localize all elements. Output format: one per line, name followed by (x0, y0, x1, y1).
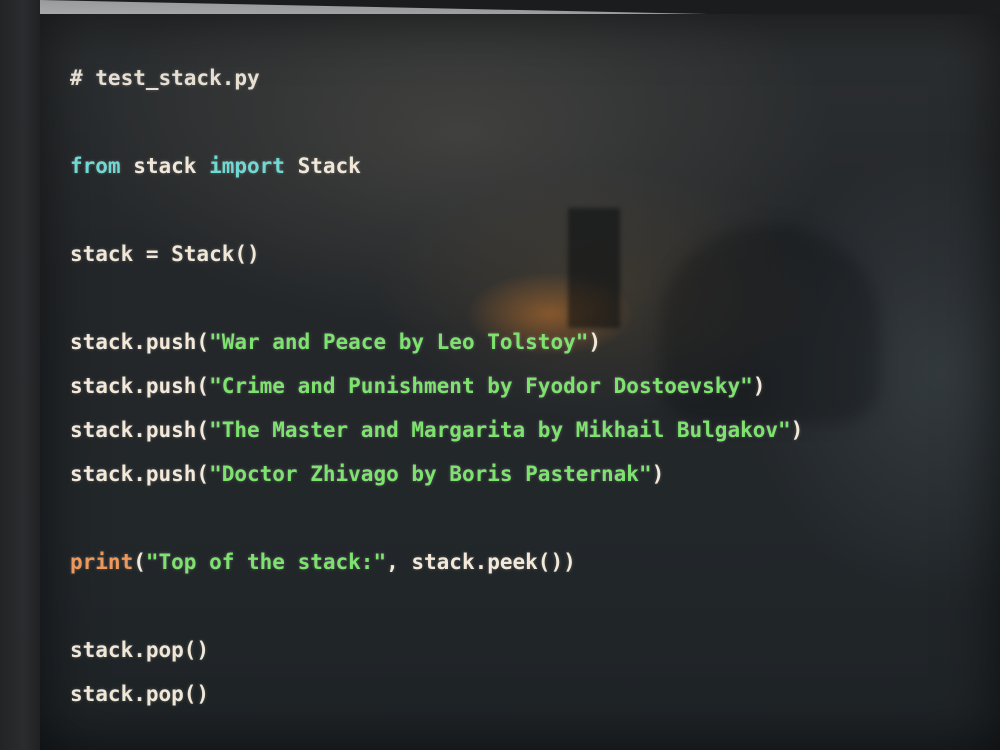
push-call: stack.push( (70, 374, 210, 398)
push-call: stack.push( (70, 418, 210, 442)
push-string: "War and Peace by Leo Tolstoy" (209, 330, 589, 354)
push-string: "Doctor Zhivago by Boris Pasternak" (209, 462, 652, 486)
code-line-pop-1: stack.pop() (70, 628, 803, 672)
print-string: "Top of the stack:" (145, 550, 387, 574)
push-close: ) (752, 374, 766, 398)
code-editor[interactable]: # test_stack.py from stack import Stack … (70, 56, 803, 716)
pop-call: stack.pop() (70, 682, 210, 706)
builtin-print: print (70, 550, 134, 574)
code-line-print: print("Top of the stack:", stack.peek()) (70, 540, 803, 584)
photo-frame: # test_stack.py from stack import Stack … (0, 0, 1000, 750)
editor-screen: # test_stack.py from stack import Stack … (40, 14, 1000, 750)
push-close: ) (651, 462, 665, 486)
push-close: ) (588, 330, 602, 354)
code-line-assign: stack = Stack() (70, 232, 803, 276)
push-close: ) (790, 418, 804, 442)
code-line-pop-2: stack.pop() (70, 672, 803, 716)
code-line-import: from stack import Stack (70, 144, 803, 188)
print-open: ( (133, 550, 146, 574)
code-line-push-3: stack.push("The Master and Margarita by … (70, 408, 803, 452)
monitor-bezel-left (0, 0, 40, 750)
assign-text: stack = Stack() (70, 242, 260, 266)
pop-call: stack.pop() (70, 638, 210, 662)
code-line-push-1: stack.push("War and Peace by Leo Tolstoy… (70, 320, 803, 364)
print-rest: , stack.peek()) (386, 550, 576, 574)
code-line-comment: # test_stack.py (70, 56, 803, 100)
imported-name: Stack (284, 154, 361, 178)
push-call: stack.push( (70, 462, 210, 486)
keyword-from: from (70, 154, 121, 178)
code-line-push-2: stack.push("Crime and Punishment by Fyod… (70, 364, 803, 408)
push-string: "Crime and Punishment by Fyodor Dostoevs… (209, 374, 753, 398)
keyword-import: import (209, 154, 285, 178)
comment-text: # test_stack.py (70, 66, 260, 90)
module-name: stack (120, 154, 210, 178)
push-call: stack.push( (70, 330, 210, 354)
push-string: "The Master and Margarita by Mikhail Bul… (209, 418, 791, 442)
code-line-push-4: stack.push("Doctor Zhivago by Boris Past… (70, 452, 803, 496)
